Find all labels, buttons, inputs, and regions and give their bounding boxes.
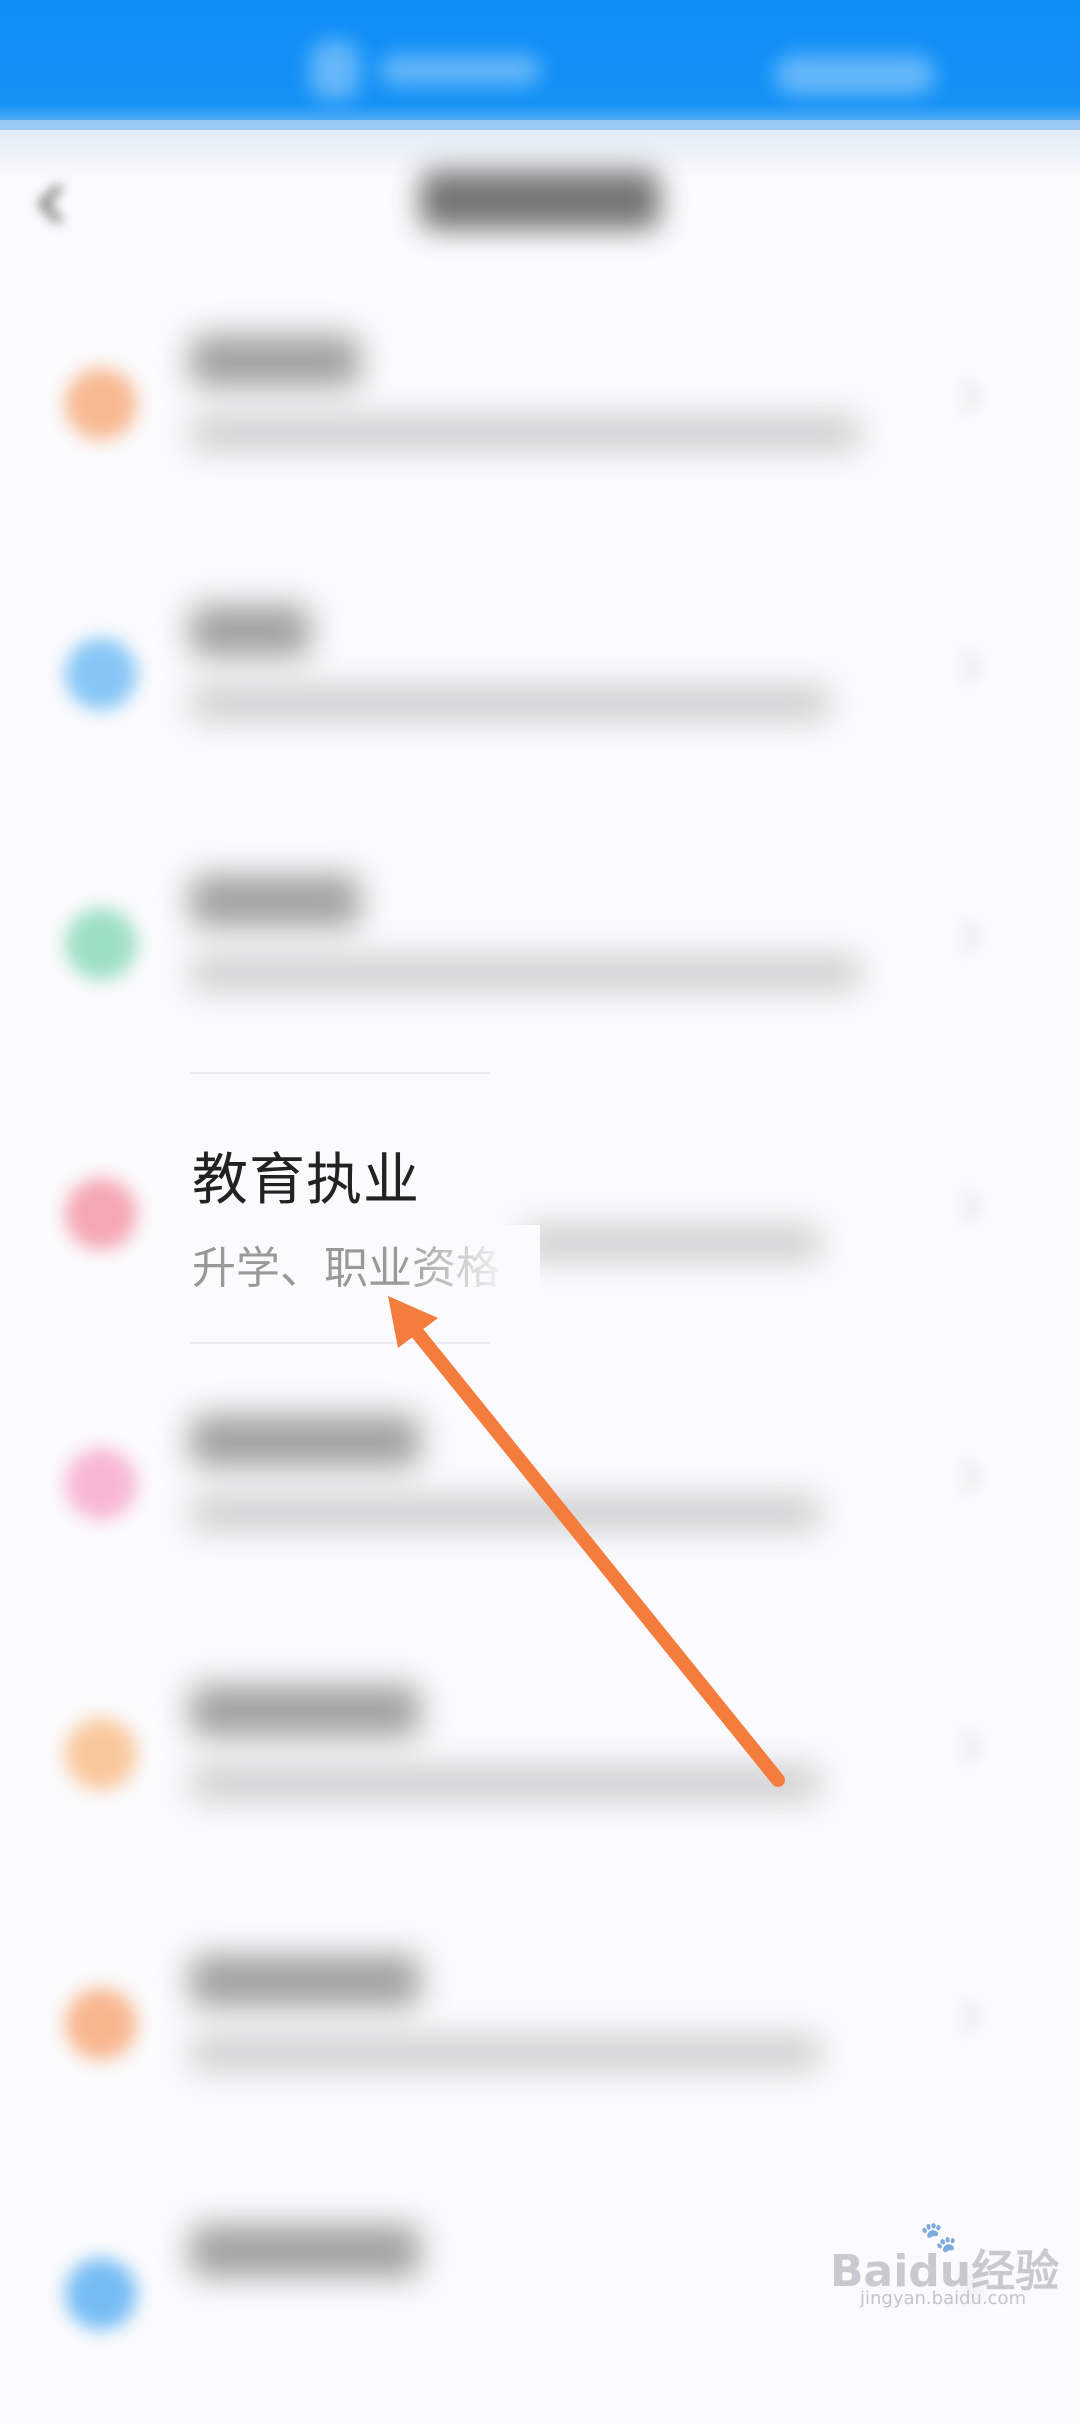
subtitle-fade	[400, 1225, 540, 1290]
category-subtitle	[190, 415, 860, 451]
category-icon	[65, 638, 137, 710]
category-icon	[65, 908, 137, 980]
chevron-right-icon	[945, 915, 989, 959]
category-row[interactable]	[0, 535, 1080, 803]
top-status-bar	[0, 0, 1080, 130]
category-row[interactable]	[0, 265, 1080, 533]
category-icon	[65, 1178, 137, 1250]
category-subtitle	[190, 1765, 820, 1801]
category-icon	[65, 1718, 137, 1790]
chevron-right-icon	[945, 1725, 989, 1769]
blurred-button[interactable]	[775, 55, 935, 95]
category-title	[190, 335, 360, 387]
category-subtitle	[190, 955, 860, 991]
category-subtitle-rest	[520, 1225, 820, 1261]
chevron-right-icon	[945, 1185, 989, 1229]
category-icon	[65, 1988, 137, 2060]
divider	[190, 1342, 490, 1344]
category-row[interactable]	[0, 1615, 1080, 1883]
page-title	[420, 170, 660, 230]
category-title	[190, 2225, 420, 2277]
category-row[interactable]	[0, 1345, 1080, 1613]
back-arrow-icon[interactable]	[30, 180, 80, 230]
category-subtitle	[190, 2035, 820, 2071]
category-row[interactable]	[0, 805, 1080, 1073]
divider	[190, 1072, 490, 1074]
chevron-right-icon	[945, 1455, 989, 1499]
category-row-education[interactable]	[0, 1075, 1080, 1343]
category-title	[190, 605, 310, 657]
chevron-right-icon	[945, 645, 989, 689]
category-subtitle	[190, 685, 830, 721]
category-icon	[65, 1448, 137, 1520]
blurred-icon	[310, 40, 360, 100]
page-header	[0, 150, 1080, 250]
category-title	[190, 1415, 420, 1467]
category-title	[190, 1685, 420, 1737]
blurred-text	[380, 55, 540, 85]
category-title	[190, 1955, 420, 2007]
category-subtitle	[190, 1495, 820, 1531]
chevron-right-icon	[945, 1995, 989, 2039]
category-row[interactable]	[0, 1885, 1080, 2153]
category-title	[190, 875, 360, 927]
category-title[interactable]: 教育执业	[192, 1135, 420, 1216]
watermark-url: jingyan.baidu.com	[860, 2288, 1027, 2309]
baidu-watermark: 🐾 Baidu经验 jingyan.baidu.com	[820, 2220, 1060, 2310]
chevron-right-icon	[945, 375, 989, 419]
category-icon	[65, 2258, 137, 2330]
category-icon	[65, 368, 137, 440]
